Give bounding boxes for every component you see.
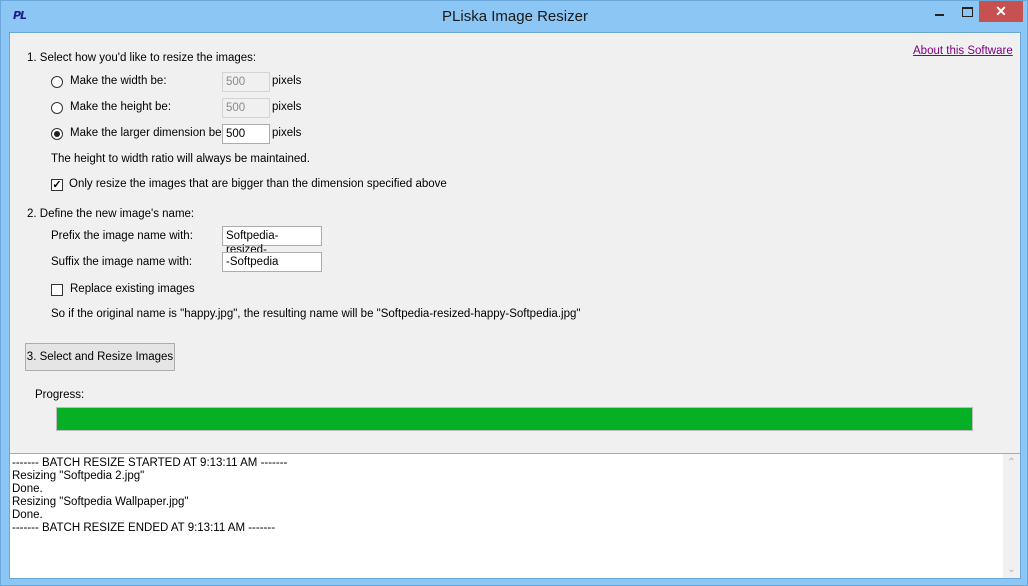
section1-heading: 1. Select how you'd like to resize the i… xyxy=(27,52,257,64)
minimize-button[interactable] xyxy=(926,1,954,22)
radio-height[interactable] xyxy=(51,102,63,114)
main-panel: About this Software 1. Select how you'd … xyxy=(9,32,1021,579)
width-unit-label: pixels xyxy=(272,75,302,87)
select-and-resize-button[interactable]: 3. Select and Resize Images xyxy=(25,343,175,371)
progress-label: Progress: xyxy=(35,389,85,401)
radio-height-label: Make the height be: xyxy=(70,101,172,113)
log-line: Done. xyxy=(12,509,43,521)
scroll-up-icon[interactable]: ⌃ xyxy=(1003,454,1020,471)
replace-existing-label: Replace existing images xyxy=(70,283,195,295)
title-bar[interactable]: PL PLiska Image Resizer ✕ xyxy=(1,1,1028,32)
radio-larger-dimension-label: Make the larger dimension be: xyxy=(70,127,225,139)
log-line: ------- BATCH RESIZE ENDED AT 9:13:11 AM… xyxy=(12,522,276,534)
close-icon: ✕ xyxy=(995,3,1007,19)
larger-dimension-input[interactable]: 500 xyxy=(222,124,270,144)
log-text: ------- BATCH RESIZE STARTED AT 9:13:11 … xyxy=(12,457,287,535)
only-bigger-label: Only resize the images that are bigger t… xyxy=(69,178,447,190)
maximize-button[interactable] xyxy=(954,1,980,22)
only-bigger-checkbox[interactable]: ✓ xyxy=(51,179,63,191)
scroll-down-icon[interactable]: ⌄ xyxy=(1003,561,1020,578)
about-software-link[interactable]: About this Software xyxy=(913,45,1013,57)
log-line: ------- BATCH RESIZE STARTED AT 9:13:11 … xyxy=(12,457,288,469)
prefix-label: Prefix the image name with: xyxy=(51,230,193,242)
log-line: Resizing "Softpedia Wallpaper.jpg" xyxy=(12,496,189,508)
log-textbox[interactable]: ------- BATCH RESIZE STARTED AT 9:13:11 … xyxy=(10,453,1020,578)
prefix-input[interactable]: Softpedia-resized- xyxy=(222,226,322,256)
window-title: PLiska Image Resizer xyxy=(442,8,588,25)
suffix-input[interactable]: -Softpedia xyxy=(222,252,322,272)
log-line: Resizing "Softpedia 2.jpg" xyxy=(12,470,145,482)
example-note: So if the original name is "happy.jpg", … xyxy=(51,308,581,320)
ratio-note: The height to width ratio will always be… xyxy=(51,153,310,165)
progress-bar xyxy=(56,407,973,431)
app-window: PL PLiska Image Resizer ✕ About this Sof… xyxy=(0,0,1028,586)
suffix-label: Suffix the image name with: xyxy=(51,256,193,268)
radio-larger-dimension[interactable] xyxy=(51,128,63,140)
close-button[interactable]: ✕ xyxy=(979,1,1023,22)
larger-dimension-unit-label: pixels xyxy=(272,127,302,139)
log-line: Done. xyxy=(12,483,43,495)
log-scrollbar[interactable]: ⌃ ⌄ xyxy=(1003,454,1020,578)
radio-width[interactable] xyxy=(51,76,63,88)
radio-width-label: Make the width be: xyxy=(70,75,167,87)
progress-fill xyxy=(57,408,972,430)
replace-existing-checkbox[interactable] xyxy=(51,284,63,296)
checkmark-icon: ✓ xyxy=(52,179,62,191)
width-input[interactable]: 500 xyxy=(222,72,270,92)
height-input[interactable]: 500 xyxy=(222,98,270,118)
section2-heading: 2. Define the new image's name: xyxy=(27,208,195,220)
height-unit-label: pixels xyxy=(272,101,302,113)
